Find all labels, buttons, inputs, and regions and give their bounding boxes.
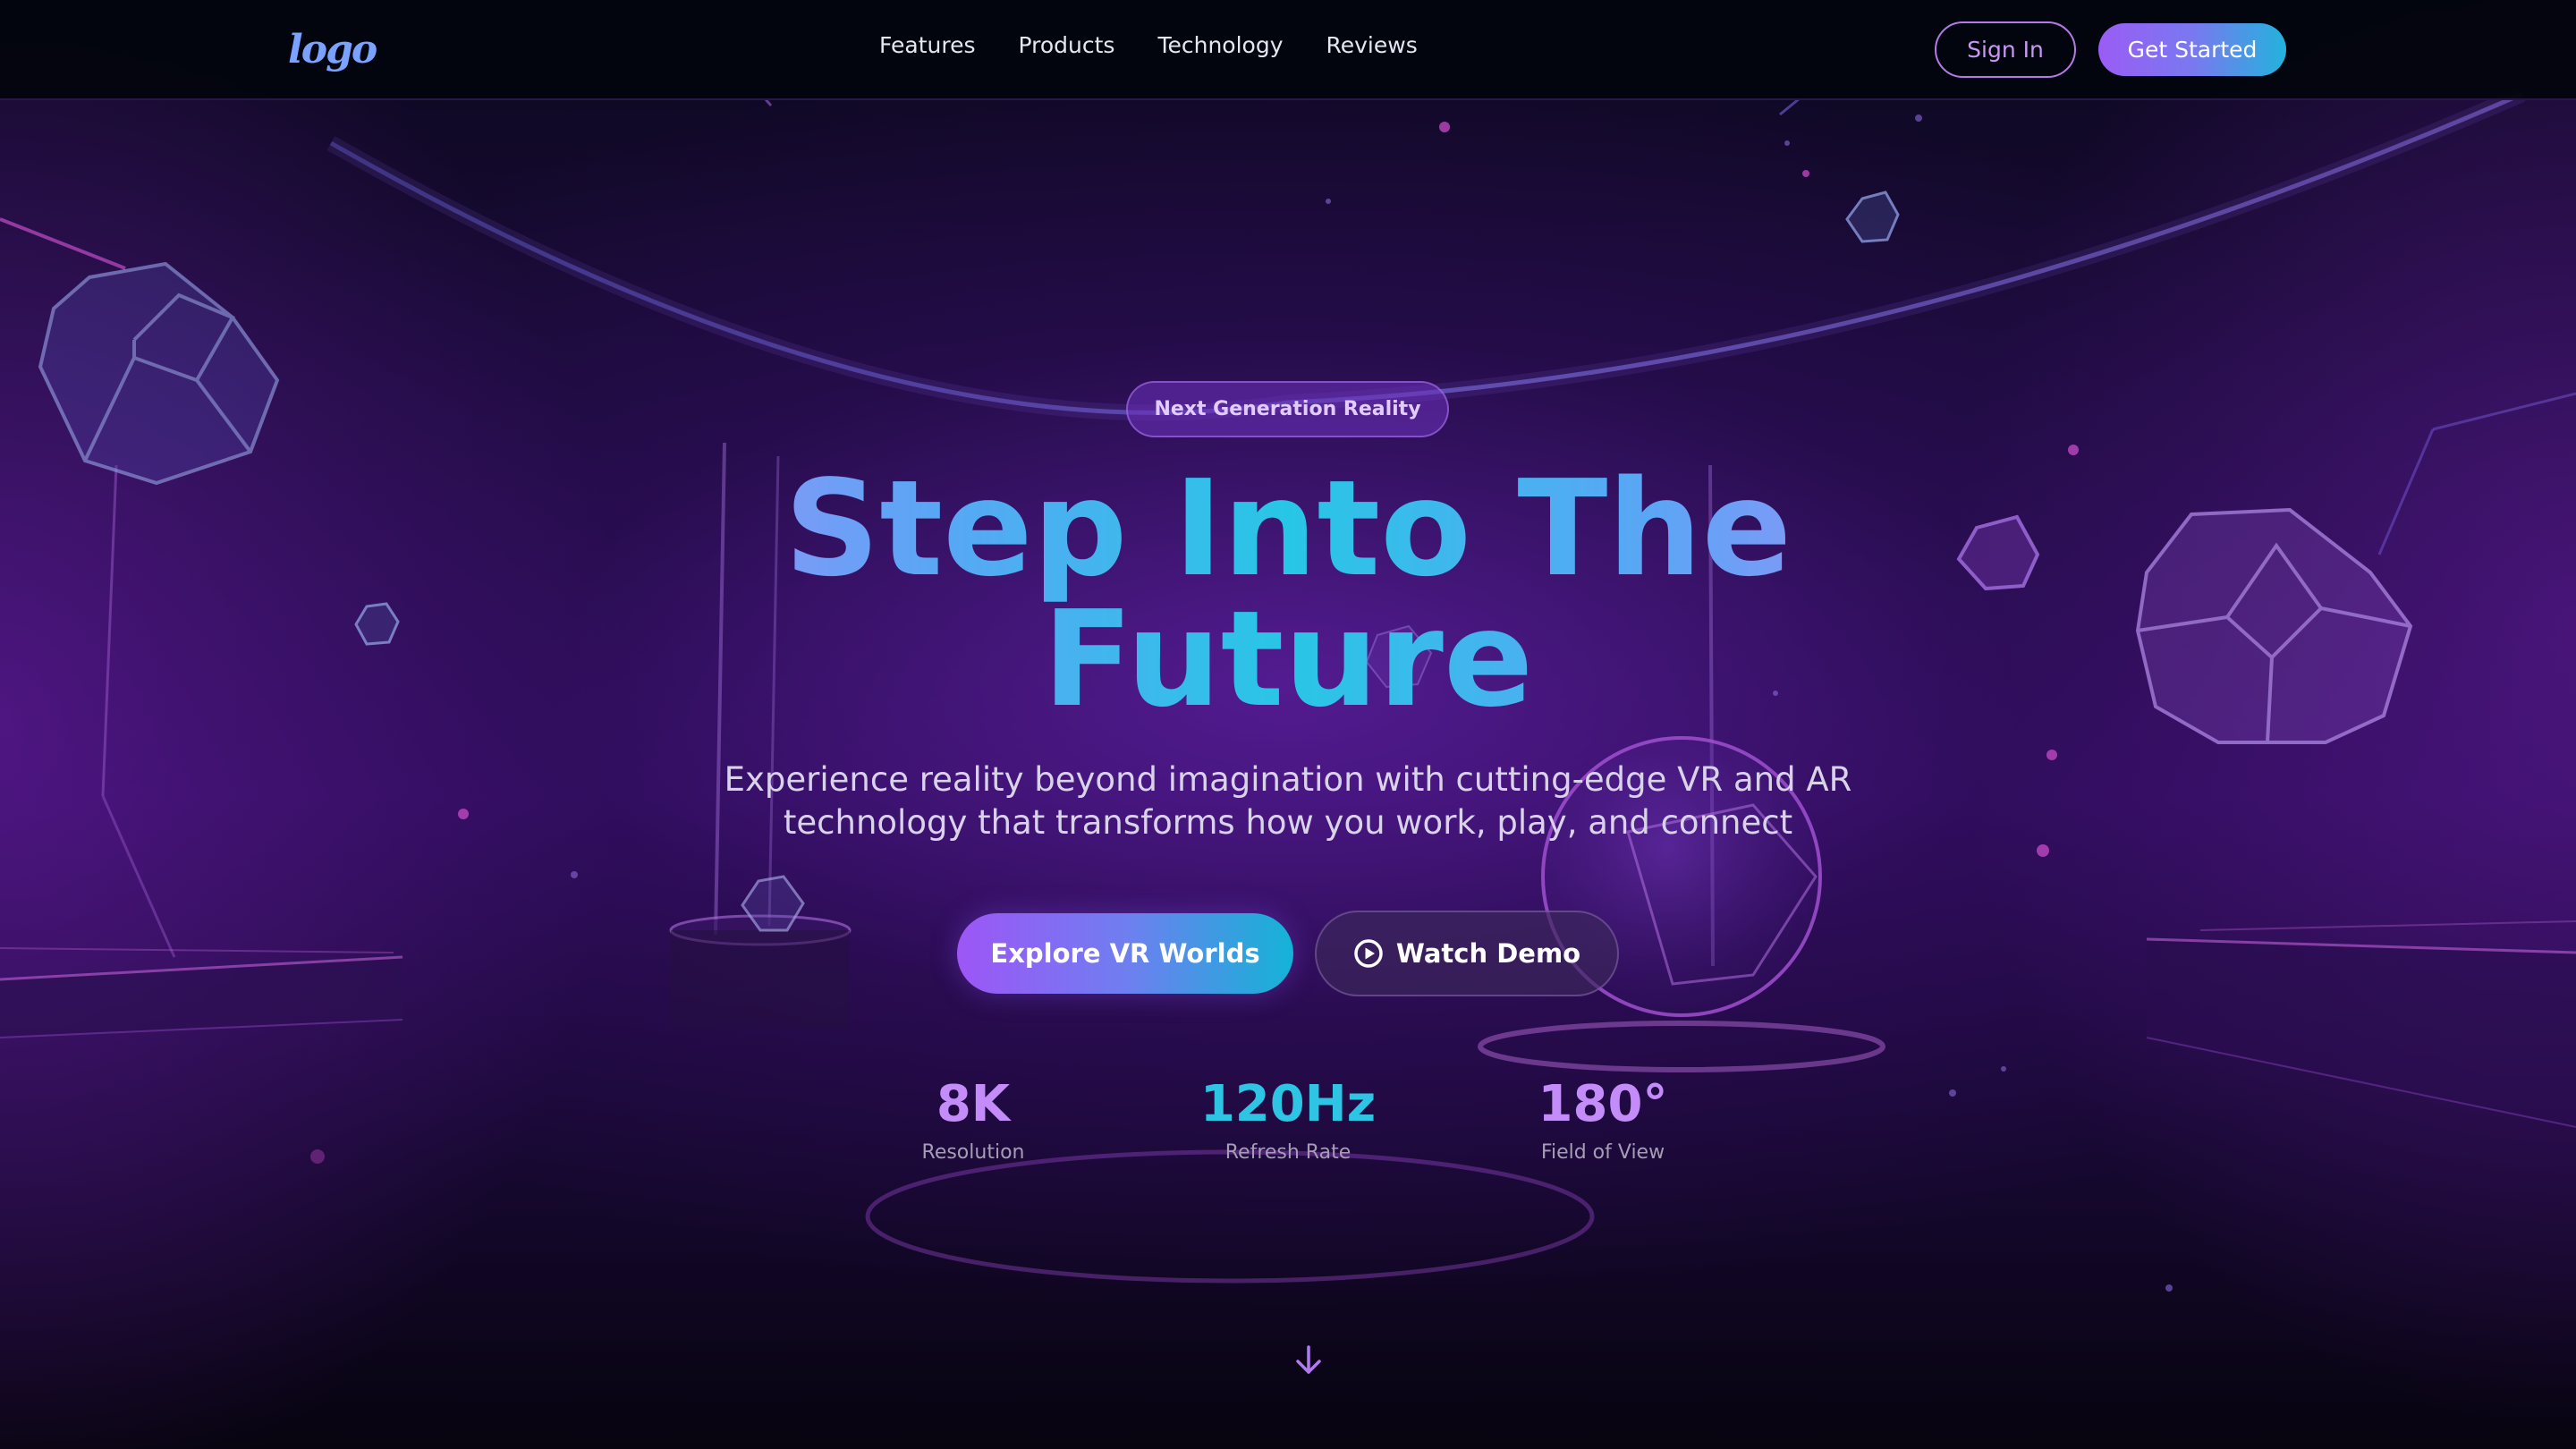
sign-in-button[interactable]: Sign In — [1935, 21, 2076, 78]
arrow-down-icon[interactable] — [1292, 1342, 1326, 1377]
logo[interactable]: logo — [288, 27, 377, 72]
hero-subtitle-line-2: technology that transforms how you work,… — [783, 803, 1793, 842]
hero-title-line-1: Step Into The — [784, 452, 1792, 606]
hero-subtitle-line-1: Experience reality beyond imagination wi… — [724, 760, 1852, 799]
top-navigation-bar: logo Features Products Technology Review… — [0, 0, 2576, 100]
stat-refresh-rate: 120Hz Refresh Rate — [1154, 1073, 1422, 1164]
nav-link-products[interactable]: Products — [1019, 32, 1115, 58]
nav-link-reviews[interactable]: Reviews — [1326, 32, 1418, 58]
nav-link-technology[interactable]: Technology — [1157, 32, 1283, 58]
nav-link-features[interactable]: Features — [879, 32, 976, 58]
stat-label: Field of View — [1540, 1141, 1665, 1164]
hero-badge: Next Generation Reality — [1126, 381, 1449, 437]
get-started-button[interactable]: Get Started — [2098, 23, 2286, 76]
hero-subtitle: Experience reality beyond imagination wi… — [662, 758, 1914, 844]
hero-title: Step Into The Future — [572, 463, 2004, 724]
stat-value: 8K — [936, 1075, 1011, 1133]
watch-demo-label: Watch Demo — [1395, 938, 1581, 969]
stat-value: 180° — [1538, 1075, 1668, 1133]
watch-demo-button[interactable]: Watch Demo — [1315, 911, 1619, 996]
play-circle-icon — [1354, 939, 1383, 968]
stat-label: Resolution — [921, 1141, 1025, 1164]
stat-resolution: 8K Resolution — [839, 1073, 1107, 1164]
nav-links: Features Products Technology Reviews — [879, 32, 1418, 58]
stat-field-of-view: 180° Field of View — [1469, 1073, 1737, 1164]
stat-value: 120Hz — [1199, 1075, 1377, 1133]
hero-title-line-2: Future — [1042, 582, 1534, 736]
stat-label: Refresh Rate — [1224, 1141, 1352, 1164]
explore-vr-worlds-button[interactable]: Explore VR Worlds — [957, 913, 1293, 994]
